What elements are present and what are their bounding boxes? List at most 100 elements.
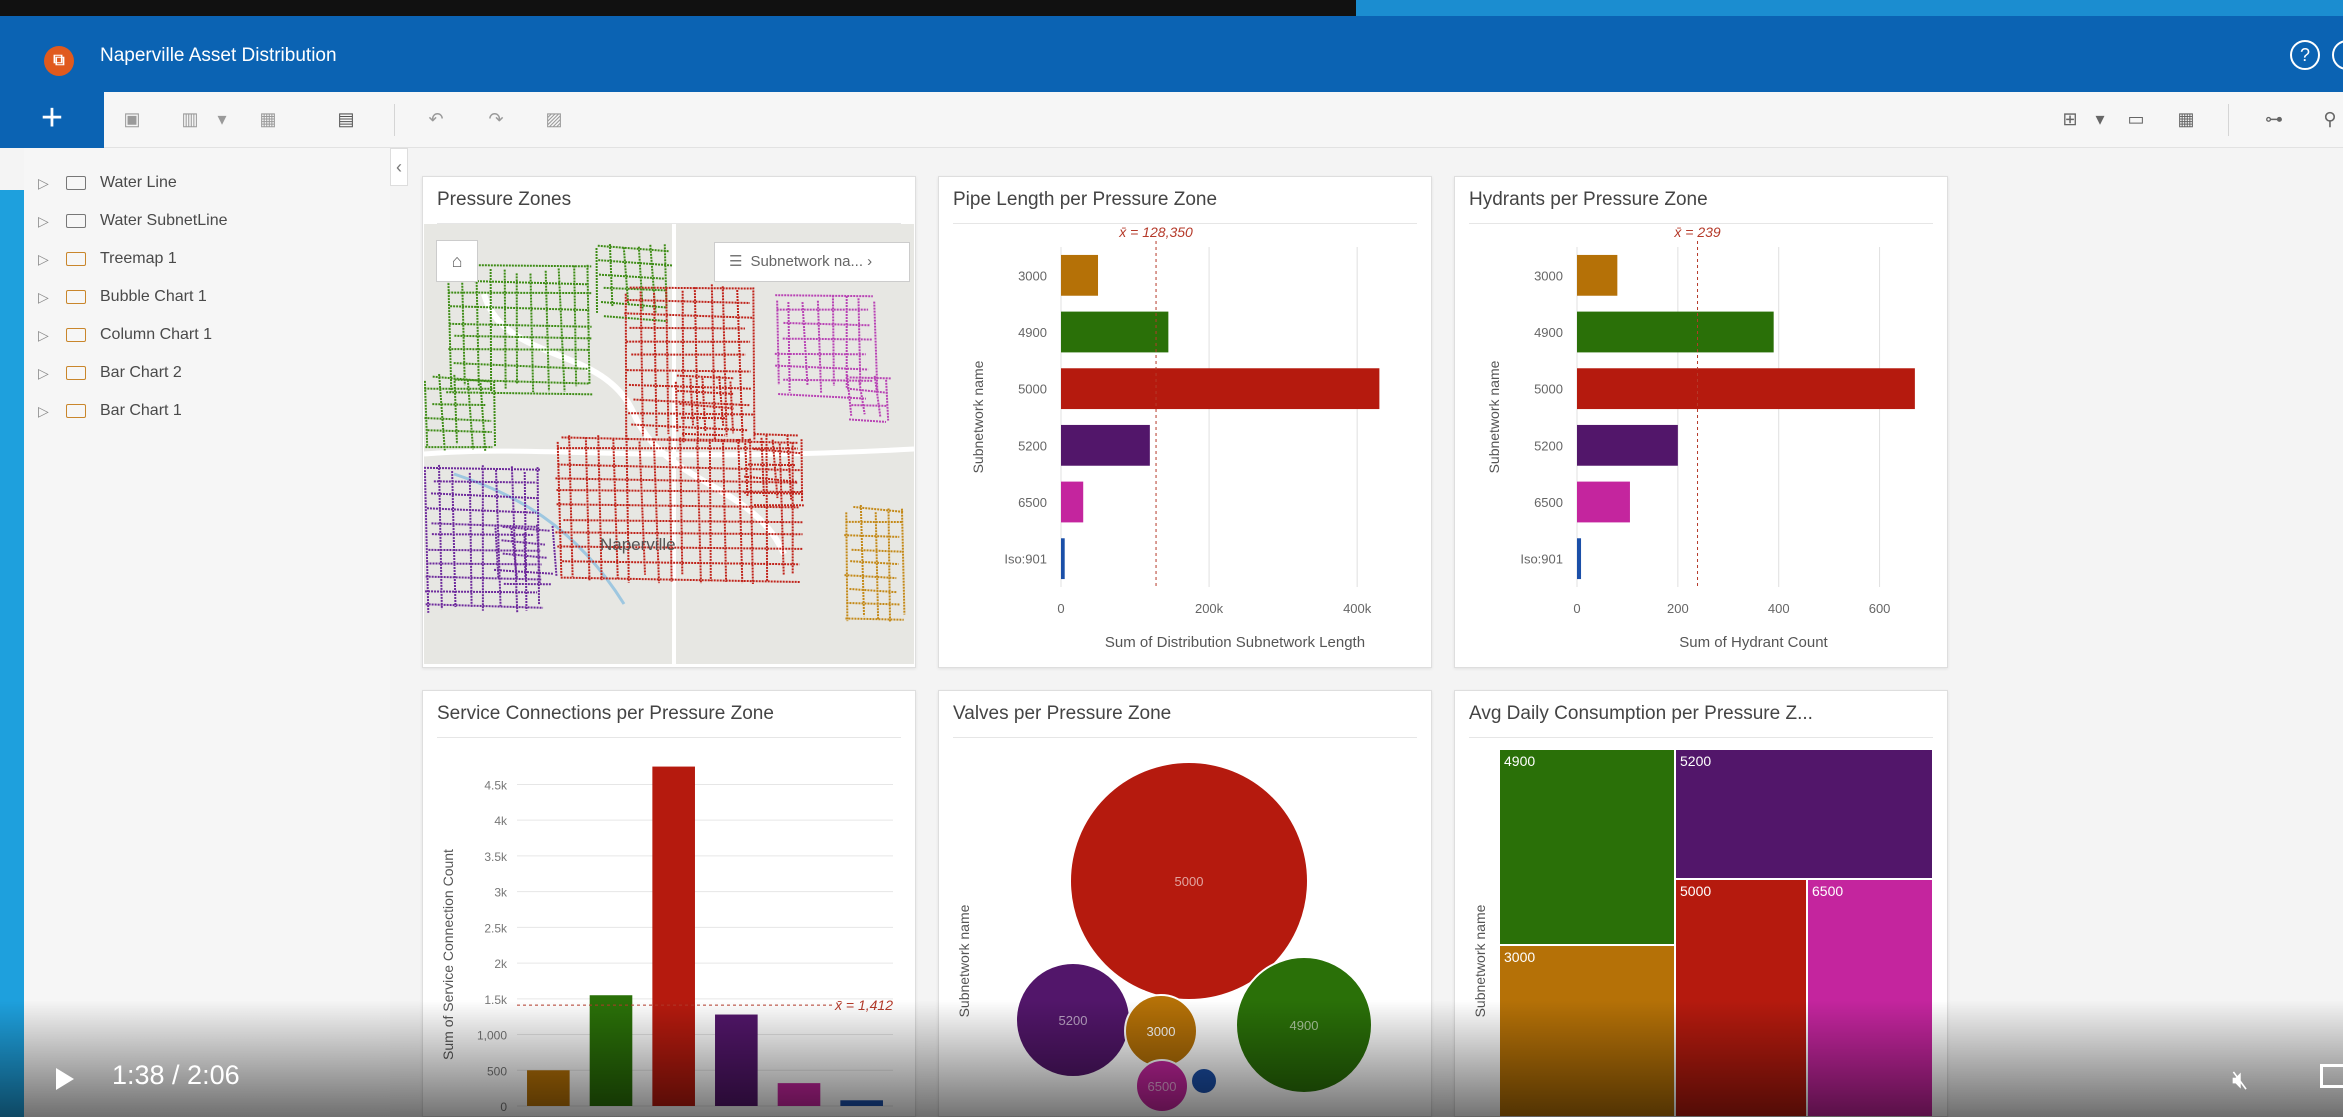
chevron-right-icon[interactable]: ▷ (38, 327, 60, 344)
y-tick-label: 6500 (1534, 495, 1563, 510)
page-background-strip (0, 190, 24, 1117)
legend-button[interactable]: ☰ Subnetwork na... › (714, 242, 910, 282)
layer-item[interactable]: ▷ Water SubnetLine (38, 206, 227, 236)
y-tick-label: 4.5k (484, 778, 508, 792)
layer-item[interactable]: ▷ Bar Chart 2 (38, 358, 182, 388)
layer-item[interactable]: ▷ Water Line (38, 168, 177, 198)
mute-icon[interactable]: 🔇︎ (2232, 1064, 2248, 1096)
app-title: Naperville Asset Distribution (100, 45, 337, 66)
bar (1577, 538, 1582, 580)
summary-table-icon[interactable]: ▤ (334, 108, 358, 130)
toolbar-divider (394, 104, 395, 136)
y-tick-label: 3000 (1018, 268, 1047, 283)
x-tick-label: 0 (1573, 601, 1580, 616)
chevron-down-icon[interactable]: ▾ (2088, 108, 2112, 130)
legend-label: Subnetwork na... › (750, 253, 873, 270)
treemap-label: 5000 (1680, 883, 1711, 899)
bar (1061, 424, 1150, 466)
user-icon[interactable] (2332, 40, 2343, 70)
share-icon[interactable]: ⊶ (2262, 108, 2286, 130)
bar (1061, 311, 1169, 353)
layer-item[interactable]: ▷ Bubble Chart 1 (38, 282, 207, 312)
chevron-right-icon[interactable]: ▷ (38, 251, 60, 268)
mean-label: x̄ = 128,350 (1118, 224, 1193, 240)
chevron-right-icon[interactable]: ▷ (38, 213, 60, 230)
map-street (626, 369, 751, 373)
undo-icon[interactable]: ↶ (424, 108, 448, 130)
toolbar-divider (2228, 104, 2229, 136)
chevron-down-icon[interactable]: ▾ (210, 108, 234, 130)
layer-label: Bar Chart 2 (100, 364, 182, 381)
y-tick-label: 4k (494, 814, 508, 828)
layout-icon[interactable]: ⊞ (2058, 108, 2082, 130)
title-bar: ⧉ Naperville Asset Distribution ? (0, 16, 2343, 92)
chevron-right-icon[interactable]: ▷ (38, 403, 60, 420)
map-street (433, 480, 537, 484)
help-icon[interactable]: ? (2290, 40, 2320, 70)
table-icon[interactable]: ▦ (256, 108, 280, 130)
x-tick-label: 600 (1869, 601, 1891, 616)
x-tick-label: 400 (1768, 601, 1790, 616)
toolbar: + ▣ ▥ ▾ ▦ ▤ ↶ ↷ ▨ ⊞ ▾ ▭ ▦ ⊶ ⚲ (0, 92, 2343, 148)
bar (1577, 481, 1630, 523)
basemap-icon[interactable]: ▭ (2124, 108, 2148, 130)
hydrants-chart: 0 200 400 600 3000 4900 5000 5200 6500 Iso:901 x̄ … (1486, 224, 1915, 651)
x-axis-label: Sum of Hydrant Count (1679, 634, 1828, 651)
bar (1061, 538, 1065, 580)
map-card[interactable]: Pressure Zones Naperville ⌂ ☰ Subnetwork … (422, 176, 916, 668)
link-icon[interactable]: ⚲ (2318, 108, 2342, 130)
map-place-label: Naperville (600, 535, 676, 554)
layer-label: Water SubnetLine (100, 212, 228, 229)
x-tick-label: 0 (1057, 601, 1064, 616)
pipe-length-card[interactable]: Pipe Length per Pressure Zone 0 200k 400k 3… (938, 176, 1432, 668)
treemap-label: 3000 (1504, 949, 1535, 965)
layer-label: Bubble Chart 1 (100, 288, 207, 305)
redo-icon[interactable]: ↷ (484, 108, 508, 130)
y-tick-label: 3.5k (484, 850, 508, 864)
browser-top-strip (0, 0, 2343, 16)
y-tick-label: 2.5k (484, 921, 508, 935)
map-icon[interactable]: ▣ (120, 108, 144, 130)
x-tick-label: 200 (1667, 601, 1689, 616)
treemap-label: 5200 (1680, 753, 1711, 769)
app-window: ⧉ Naperville Asset Distribution ? + ▣ ▥ … (0, 0, 2343, 1117)
bar (1061, 368, 1380, 410)
play-icon[interactable] (56, 1068, 74, 1090)
list-icon: ☰ (729, 253, 743, 270)
dataset-icon (66, 328, 86, 342)
layer-label: Treemap 1 (100, 250, 177, 267)
add-button[interactable]: + (0, 92, 104, 148)
y-tick-label: 2k (494, 957, 508, 971)
treemap-label: 4900 (1504, 753, 1535, 769)
pipe-length-chart: 0 200k 400k 3000 4900 5000 5200 6500 Iso:901 x̄ =… (970, 224, 1380, 651)
map-view[interactable]: Naperville ⌂ ☰ Subnetwork na... › (423, 224, 915, 664)
y-tick-label: Iso:901 (1004, 552, 1047, 567)
hydrants-card[interactable]: Hydrants per Pressure Zone 0 200 400 600 300… (1454, 176, 1948, 668)
layer-label: Water Line (100, 174, 177, 191)
collapse-pane-button[interactable]: ‹ (390, 148, 408, 186)
app-logo-icon: ⧉ (44, 46, 74, 76)
layer-item[interactable]: ▷ Column Chart 1 (38, 320, 212, 350)
chart-icon[interactable]: ▥ (178, 108, 202, 130)
bar (1577, 368, 1915, 410)
dataset-icon (66, 252, 86, 266)
video-controls-overlay (0, 1000, 2343, 1117)
chevron-right-icon[interactable]: ▷ (38, 365, 60, 382)
save-icon[interactable]: ▨ (542, 108, 566, 130)
fullscreen-icon[interactable] (2320, 1064, 2343, 1088)
treemap-label: 6500 (1812, 883, 1843, 899)
home-icon[interactable]: ⌂ (436, 240, 478, 282)
chevron-right-icon[interactable]: ▷ (38, 175, 60, 192)
bubble-label: 5000 (1175, 874, 1204, 889)
layer-item[interactable]: ▷ Bar Chart 1 (38, 396, 182, 426)
y-tick-label: 5200 (1018, 438, 1047, 453)
layer-label: Bar Chart 1 (100, 402, 182, 419)
layer-label: Column Chart 1 (100, 326, 213, 343)
y-tick-label: 5000 (1018, 382, 1047, 397)
layer-item[interactable]: ▷ Treemap 1 (38, 244, 177, 274)
bar (1577, 311, 1774, 353)
map-street (681, 432, 725, 437)
y-tick-label: 6500 (1018, 495, 1047, 510)
chevron-right-icon[interactable]: ▷ (38, 289, 60, 306)
grid-icon[interactable]: ▦ (2174, 108, 2198, 130)
